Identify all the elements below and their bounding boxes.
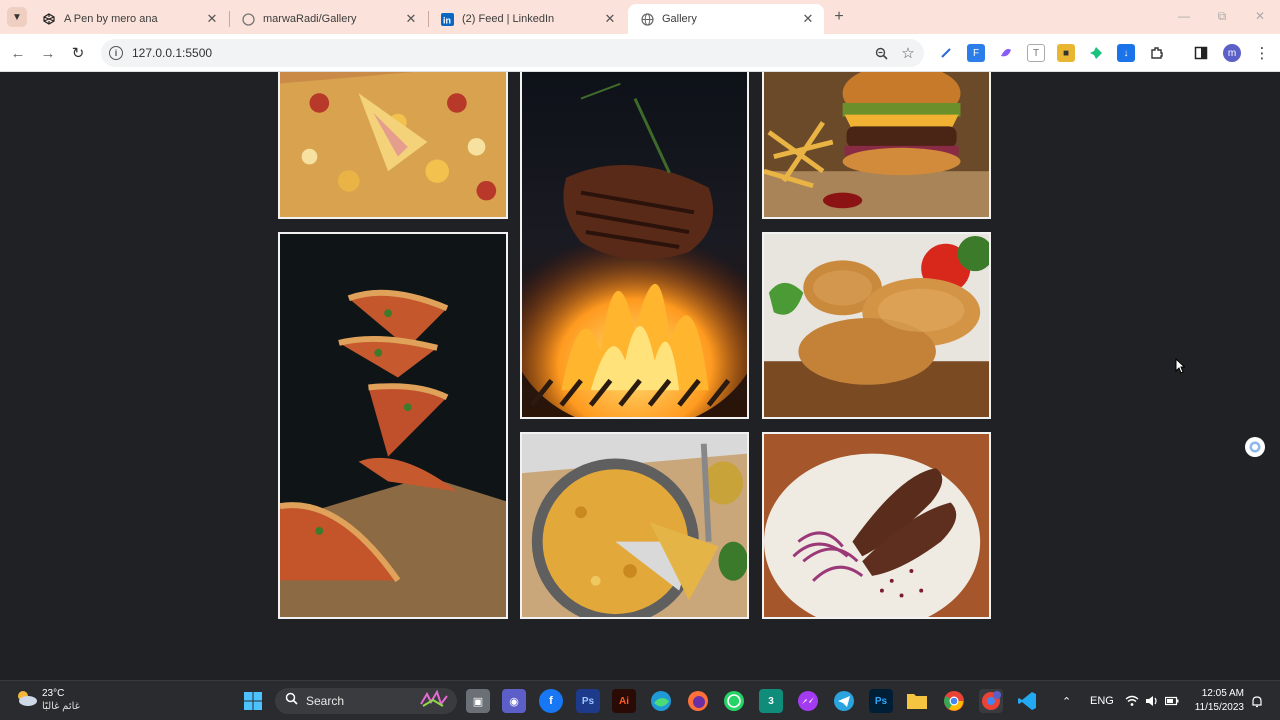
bookmark-star-icon[interactable]: ☆ (897, 42, 919, 64)
whatsapp-icon[interactable] (722, 689, 746, 713)
search-icon (285, 692, 298, 710)
tab-strip: ▼ A Pen by mero ana ✕ marwaRadi/Gallery … (0, 0, 1280, 34)
tray-overflow-button[interactable]: ⌃ (1062, 681, 1071, 720)
chrome-profile-icon[interactable] (979, 689, 1003, 713)
cloud-sun-icon (14, 688, 38, 713)
messenger-icon[interactable] (796, 689, 820, 713)
clock-date: 11/15/2023 (1194, 702, 1244, 713)
extension-purple-icon[interactable] (997, 44, 1015, 62)
close-icon[interactable]: ✕ (600, 9, 620, 29)
svg-text:in: in (443, 15, 451, 25)
illustrator-icon[interactable]: Ai (612, 689, 636, 713)
back-button[interactable]: ← (7, 42, 29, 64)
calendar-app-icon[interactable]: 3 (759, 689, 783, 713)
menu-dots-icon[interactable]: ⋮ (1253, 44, 1271, 62)
battery-icon[interactable] (1165, 681, 1179, 720)
tab-label: Gallery (662, 13, 697, 25)
plus-icon: + (834, 8, 844, 25)
facebook-icon[interactable]: f (539, 689, 563, 713)
maximize-button[interactable]: ⧉ (1210, 6, 1234, 26)
mouse-cursor-icon (1175, 357, 1186, 379)
chevron-down-icon: ▼ (12, 11, 22, 23)
browser-toolbar: ← → ↻ i 127.0.0.1:5500 ☆ F T ■ ↓ m ⋮ (0, 34, 1280, 72)
taskbar-search[interactable]: Search (275, 688, 457, 714)
reload-button[interactable]: ↻ (67, 42, 89, 64)
address-bar[interactable]: i 127.0.0.1:5500 ☆ (101, 39, 924, 67)
minimize-icon: — (1178, 9, 1190, 23)
gallery-image-kebab[interactable] (762, 432, 991, 619)
tab-codepen[interactable]: A Pen by mero ana ✕ (30, 4, 228, 34)
floating-extension-icon[interactable] (1245, 437, 1265, 457)
close-icon: ✕ (1254, 9, 1266, 23)
photoshop-icon[interactable]: Ps (869, 689, 893, 713)
extension-green-icon[interactable] (1087, 44, 1105, 62)
weather-temperature: 23°C (42, 688, 65, 699)
reload-icon: ↻ (71, 45, 85, 62)
arrow-right-icon: → (40, 44, 56, 62)
gallery-image-omelette[interactable] (520, 432, 749, 619)
restore-icon: ⧉ (1217, 8, 1227, 23)
telegram-icon[interactable] (832, 689, 856, 713)
gallery-image-pizza-slice[interactable] (278, 72, 508, 219)
search-highlight-icon (419, 689, 451, 713)
clock-time: 12:05 AM (1201, 688, 1244, 699)
windows-taskbar: 23°C غائم غالبًا Search ▣ ◉ f Ps Ai 3 Ps (0, 680, 1280, 720)
gallery-image-fried-chicken[interactable] (762, 232, 991, 419)
gallery-image-grilled-steak[interactable] (520, 72, 749, 419)
language-indicator[interactable]: ENG (1090, 681, 1114, 720)
linkedin-icon: in (440, 12, 454, 26)
tab-gallery[interactable]: Gallery ✕ (628, 4, 824, 34)
arrow-left-icon: ← (10, 44, 26, 62)
site-info-icon[interactable]: i (109, 46, 123, 60)
file-explorer-icon[interactable] (905, 689, 929, 713)
weather-condition: غائم غالبًا (42, 701, 80, 712)
close-window-button[interactable]: ✕ (1248, 6, 1272, 26)
chrome-icon[interactable] (942, 689, 966, 713)
pen-extension-icon[interactable] (937, 44, 955, 62)
gallery-image-burger[interactable] (762, 72, 991, 219)
task-view-icon[interactable]: ▣ (466, 689, 490, 713)
volume-icon[interactable] (1145, 681, 1159, 720)
weather-widget[interactable]: 23°C غائم غالبًا (14, 687, 80, 713)
firefox-icon[interactable] (686, 689, 710, 713)
extension-yellow-icon[interactable]: ■ (1057, 44, 1075, 62)
profile-avatar[interactable]: m (1223, 44, 1241, 62)
teams-chat-icon[interactable]: ◉ (502, 689, 526, 713)
text-extension-icon[interactable]: T (1027, 44, 1045, 62)
tab-linkedin[interactable]: in (2) Feed | LinkedIn ✕ (428, 4, 626, 34)
gallery-page (0, 72, 1280, 680)
codepen-icon (42, 12, 56, 26)
notification-icon[interactable] (1251, 681, 1263, 720)
minimize-button[interactable]: — (1172, 6, 1196, 26)
extension-f-icon[interactable]: F (967, 44, 985, 62)
close-icon[interactable]: ✕ (798, 9, 818, 29)
url-text[interactable]: 127.0.0.1:5500 (132, 46, 870, 60)
close-icon[interactable]: ✕ (202, 9, 222, 29)
edge-icon[interactable] (649, 689, 673, 713)
tab-search-button[interactable]: ▼ (7, 7, 27, 27)
side-panel-icon[interactable] (1192, 44, 1210, 62)
taskbar-clock[interactable]: 12:05 AM 11/15/2023 (1190, 687, 1244, 715)
search-label: Search (306, 694, 345, 708)
photoshop-express-icon[interactable]: Ps (576, 689, 600, 713)
globe-icon (640, 12, 654, 26)
chevron-up-icon: ⌃ (1062, 695, 1072, 708)
zoom-icon[interactable] (870, 42, 892, 64)
new-tab-button[interactable]: + (829, 7, 849, 27)
forward-button[interactable]: → (37, 42, 59, 64)
puzzle-icon[interactable] (1148, 44, 1166, 62)
close-icon[interactable]: ✕ (401, 9, 421, 29)
wifi-icon[interactable] (1125, 681, 1139, 720)
tab-github[interactable]: marwaRadi/Gallery ✕ (229, 4, 427, 34)
gallery-image-floating-pizza[interactable] (278, 232, 508, 619)
tab-label: A Pen by mero ana (64, 13, 158, 25)
github-icon (241, 12, 255, 26)
download-extension-icon[interactable]: ↓ (1117, 44, 1135, 62)
tab-label: (2) Feed | LinkedIn (462, 13, 555, 25)
tab-label: marwaRadi/Gallery (263, 13, 357, 25)
windows-start-icon[interactable] (241, 689, 265, 713)
vscode-icon[interactable] (1015, 689, 1039, 713)
